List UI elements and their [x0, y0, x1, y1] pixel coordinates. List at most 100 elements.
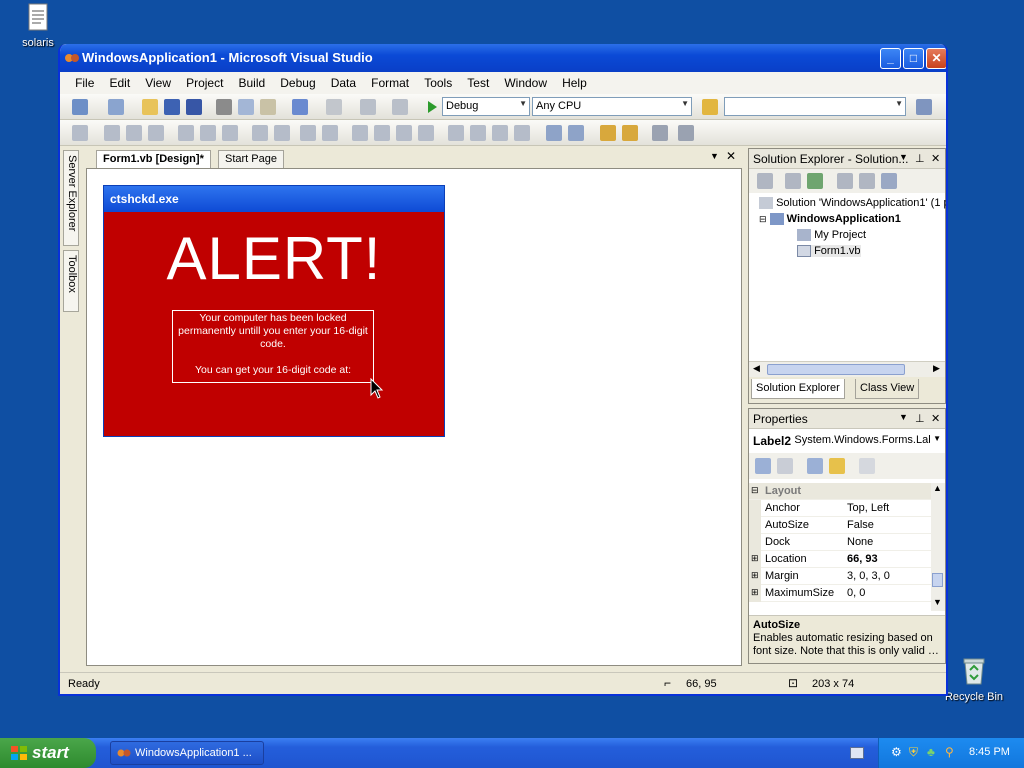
view-designer-icon[interactable] — [859, 173, 875, 189]
scroll-up-icon[interactable]: ▲ — [933, 483, 942, 493]
view-code-icon[interactable] — [837, 173, 853, 189]
server-explorer-tab[interactable]: Server Explorer — [63, 150, 79, 246]
decrease-horizontal-spacing-icon[interactable] — [396, 125, 412, 141]
search-icon[interactable]: ⚲ — [945, 745, 954, 759]
menu-format[interactable]: Format — [365, 72, 415, 90]
scroll-right-icon[interactable]: ▶ — [933, 363, 940, 374]
redo-icon[interactable] — [326, 99, 342, 115]
tree-item-form1[interactable]: Form1.vb — [797, 245, 861, 258]
chevron-down-icon[interactable]: ▼ — [899, 152, 908, 162]
find-combo[interactable]: ▼ — [724, 97, 906, 116]
tray-network-icon[interactable]: ⚙ — [891, 745, 902, 759]
remove-vertical-spacing-icon[interactable] — [514, 125, 530, 141]
window-titlebar[interactable]: WindowsApplication1 - Microsoft Visual S… — [60, 44, 946, 72]
paste-icon[interactable] — [260, 99, 276, 115]
align-centers-icon[interactable] — [126, 125, 142, 141]
lock-controls-icon[interactable] — [678, 125, 694, 141]
increase-horizontal-spacing-icon[interactable] — [374, 125, 390, 141]
menu-data[interactable]: Data — [325, 72, 362, 90]
tree-item-solution[interactable]: Solution 'WindowsApplication1' (1 p — [759, 197, 946, 210]
desktop-icon-solaris[interactable]: solaris — [8, 2, 68, 49]
alphabetical-icon[interactable] — [777, 458, 793, 474]
properties-view-icon[interactable] — [807, 458, 823, 474]
close-document-icon[interactable]: ✕ — [726, 149, 736, 163]
security-shield-icon[interactable]: ⛨ — [909, 745, 918, 760]
start-debugging-icon[interactable] — [426, 100, 438, 114]
align-tops-icon[interactable] — [178, 125, 194, 141]
scroll-down-icon[interactable]: ▼ — [933, 597, 942, 607]
tab-order-icon[interactable] — [652, 125, 668, 141]
expand-icon[interactable]: ⊞ — [751, 553, 759, 564]
tab-class-view[interactable]: Class View — [855, 379, 920, 399]
desktop-icon-recycle-bin[interactable]: Recycle Bin — [944, 656, 1004, 703]
make-same-width-icon[interactable] — [252, 125, 268, 141]
menu-tools[interactable]: Tools — [418, 72, 458, 90]
property-value[interactable]: 66, 93 — [847, 553, 878, 565]
vertical-scrollbar[interactable]: ▲ ▼ — [931, 483, 945, 611]
size-to-grid-icon[interactable] — [322, 125, 338, 141]
chevron-down-icon[interactable]: ▼ — [899, 412, 908, 422]
make-same-height-icon[interactable] — [274, 125, 290, 141]
show-all-files-icon[interactable] — [785, 173, 801, 189]
toolbox-tab[interactable]: Toolbox — [63, 250, 79, 312]
start-button[interactable]: start — [0, 738, 96, 768]
message-label[interactable]: Your computer has been locked permanentl… — [172, 310, 374, 383]
maximize-button[interactable]: □ — [903, 48, 924, 69]
center-horizontally-icon[interactable] — [546, 125, 562, 141]
navigate-forward-icon[interactable] — [392, 99, 408, 115]
scroll-thumb[interactable] — [932, 573, 943, 587]
menu-help[interactable]: Help — [556, 72, 593, 90]
menu-project[interactable]: Project — [180, 72, 229, 90]
menu-build[interactable]: Build — [233, 72, 272, 90]
designed-form[interactable]: ctshckd.exe ALERT! Your computer has bee… — [103, 185, 445, 437]
object-selector[interactable]: Label2 System.Windows.Forms.Label ▼ — [751, 431, 943, 451]
new-project-icon[interactable] — [72, 99, 88, 115]
tree-item-my-project[interactable]: My Project — [797, 229, 866, 242]
form-titlebar[interactable]: ctshckd.exe — [104, 186, 444, 212]
properties-icon[interactable] — [757, 173, 773, 189]
navigate-backward-icon[interactable] — [360, 99, 376, 115]
property-row[interactable]: ⊞ Location 66, 93 — [749, 551, 931, 568]
close-icon[interactable]: ✕ — [931, 412, 940, 425]
open-icon[interactable] — [142, 99, 158, 115]
form-designer-surface[interactable]: ctshckd.exe ALERT! Your computer has bee… — [86, 168, 742, 666]
property-value[interactable]: False — [847, 519, 874, 531]
align-rights-icon[interactable] — [148, 125, 164, 141]
find-in-files-icon[interactable] — [702, 99, 718, 115]
collapse-icon[interactable]: ⊟ — [759, 214, 767, 224]
send-to-back-icon[interactable] — [622, 125, 638, 141]
solution-configuration-select[interactable]: Debug ▼ — [442, 97, 530, 116]
expand-icon[interactable]: ⊞ — [751, 587, 759, 598]
tab-start-page[interactable]: Start Page — [218, 150, 284, 168]
tray-app-icon[interactable]: ♣ — [927, 745, 935, 759]
alert-heading-label[interactable]: ALERT! — [104, 224, 444, 293]
align-lefts-icon[interactable] — [104, 125, 120, 141]
menu-edit[interactable]: Edit — [103, 72, 136, 90]
align-middles-icon[interactable] — [200, 125, 216, 141]
menu-file[interactable]: File — [69, 72, 100, 90]
copy-icon[interactable] — [238, 99, 254, 115]
scroll-thumb[interactable] — [767, 364, 905, 375]
property-row[interactable]: ⊞ Margin 3, 0, 3, 0 — [749, 568, 931, 585]
collapse-icon[interactable]: ⊟ — [751, 485, 759, 496]
menu-debug[interactable]: Debug — [274, 72, 321, 90]
close-button[interactable]: ✕ — [926, 48, 946, 69]
scroll-left-icon[interactable]: ◀ — [753, 363, 760, 374]
horizontal-spacing-icon[interactable] — [352, 125, 368, 141]
pin-icon[interactable]: ⊥ — [915, 152, 925, 165]
increase-vertical-spacing-icon[interactable] — [470, 125, 486, 141]
menu-window[interactable]: Window — [498, 72, 553, 90]
view-class-diagram-icon[interactable] — [881, 173, 897, 189]
cut-icon[interactable] — [216, 99, 232, 115]
horizontal-scrollbar[interactable]: ◀ ▶ — [749, 361, 945, 377]
property-pages-icon[interactable] — [859, 458, 875, 474]
close-icon[interactable]: ✕ — [931, 152, 940, 165]
remove-horizontal-spacing-icon[interactable] — [418, 125, 434, 141]
property-value[interactable]: 0, 0 — [847, 587, 865, 599]
add-item-icon[interactable] — [108, 99, 124, 115]
refresh-icon[interactable] — [807, 173, 823, 189]
menu-test[interactable]: Test — [461, 72, 495, 90]
expand-icon[interactable]: ⊞ — [751, 570, 759, 581]
align-bottoms-icon[interactable] — [222, 125, 238, 141]
save-all-icon[interactable] — [186, 99, 202, 115]
